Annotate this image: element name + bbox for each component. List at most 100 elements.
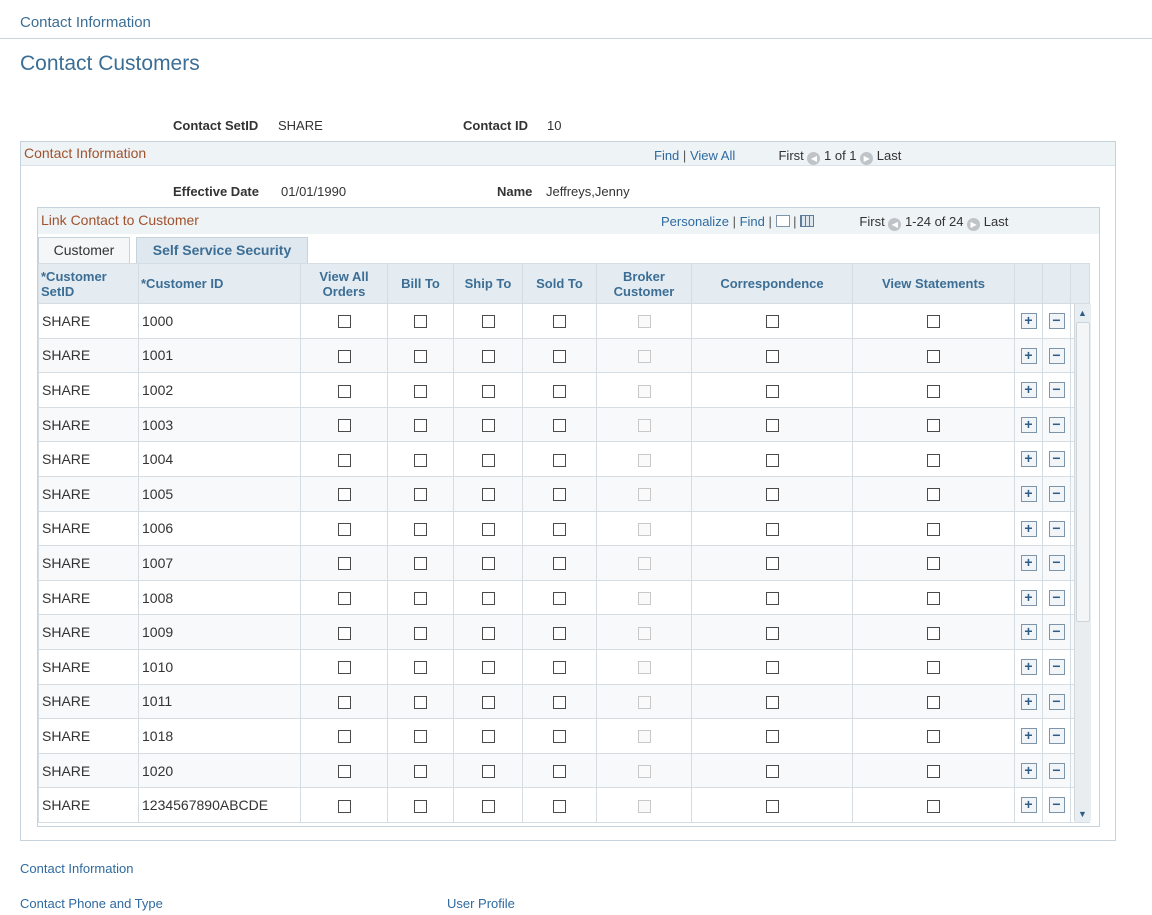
checkbox-ship-to[interactable] [481,488,495,502]
find-link[interactable]: Find [654,148,679,163]
checkbox-view-all-orders[interactable] [337,349,351,363]
checkbox-correspondence[interactable] [765,765,779,779]
checkbox-correspondence[interactable] [765,349,779,363]
delete-row-button[interactable]: − [1048,693,1065,710]
checkbox-view-statements[interactable] [927,384,940,398]
view-all-link[interactable]: View All [690,148,735,163]
add-row-button[interactable]: + [1020,382,1037,399]
scroll-down-icon[interactable]: ▼ [1075,806,1090,822]
checkbox-bill-to[interactable] [414,626,427,640]
checkbox-sold-to[interactable] [553,626,566,640]
zoom-icon[interactable] [775,215,790,227]
checkbox-view-statements[interactable] [927,661,940,675]
checkbox-sold-to[interactable] [553,419,566,433]
checkbox-ship-to[interactable] [481,799,495,813]
checkbox-ship-to[interactable] [481,349,495,363]
checkbox-view-statements[interactable] [927,730,940,744]
next-arrow-icon[interactable]: ▶ [860,152,874,165]
footer-link-contact-information[interactable]: Contact Information [20,861,133,876]
checkbox-correspondence[interactable] [765,419,779,433]
checkbox-view-statements[interactable] [927,315,940,329]
checkbox-correspondence[interactable] [765,522,779,536]
add-row-button[interactable]: + [1020,451,1037,468]
checkbox-ship-to[interactable] [481,315,495,329]
add-row-button[interactable]: + [1020,313,1037,330]
delete-row-button[interactable]: − [1048,728,1065,745]
checkbox-bill-to[interactable] [414,384,427,398]
delete-row-button[interactable]: − [1048,659,1065,676]
add-row-button[interactable]: + [1020,624,1037,641]
checkbox-view-statements[interactable] [927,557,940,571]
checkbox-correspondence[interactable] [765,661,779,675]
checkbox-view-statements[interactable] [927,522,940,536]
add-row-button[interactable]: + [1020,555,1037,572]
checkbox-ship-to[interactable] [481,419,495,433]
checkbox-ship-to[interactable] [481,384,495,398]
delete-row-button[interactable]: − [1048,382,1065,399]
delete-row-button[interactable]: − [1048,451,1065,468]
checkbox-sold-to[interactable] [553,384,566,398]
tab-self-service-security[interactable]: Self Service Security [136,237,308,264]
delete-row-button[interactable]: − [1048,520,1065,537]
checkbox-sold-to[interactable] [553,522,566,536]
checkbox-view-all-orders[interactable] [337,315,351,329]
checkbox-view-all-orders[interactable] [337,384,351,398]
checkbox-view-statements[interactable] [927,695,940,709]
checkbox-correspondence[interactable] [765,453,779,467]
footer-link-contact-phone[interactable]: Contact Phone and Type [20,896,163,911]
checkbox-correspondence[interactable] [765,384,779,398]
checkbox-view-statements[interactable] [927,765,940,779]
checkbox-ship-to[interactable] [481,661,495,675]
footer-link-user-profile[interactable]: User Profile [447,896,515,911]
checkbox-view-all-orders[interactable] [337,661,351,675]
prev-arrow-icon[interactable]: ◀ [807,152,821,165]
checkbox-ship-to[interactable] [481,522,495,536]
checkbox-bill-to[interactable] [414,349,427,363]
add-row-button[interactable]: + [1020,416,1037,433]
add-row-button[interactable]: + [1020,659,1037,676]
delete-row-button[interactable]: − [1048,589,1065,606]
scrollbar-thumb[interactable] [1076,322,1090,622]
checkbox-ship-to[interactable] [481,765,495,779]
checkbox-sold-to[interactable] [553,453,566,467]
checkbox-view-statements[interactable] [927,592,940,606]
checkbox-bill-to[interactable] [414,730,427,744]
checkbox-bill-to[interactable] [414,799,427,813]
checkbox-sold-to[interactable] [553,592,566,606]
add-row-button[interactable]: + [1020,347,1037,364]
add-row-button[interactable]: + [1020,693,1037,710]
checkbox-ship-to[interactable] [481,557,495,571]
checkbox-correspondence[interactable] [765,626,779,640]
add-row-button[interactable]: + [1020,762,1037,779]
checkbox-bill-to[interactable] [414,488,427,502]
checkbox-sold-to[interactable] [553,349,566,363]
delete-row-button[interactable]: − [1048,313,1065,330]
checkbox-sold-to[interactable] [553,661,566,675]
checkbox-ship-to[interactable] [481,592,495,606]
checkbox-correspondence[interactable] [765,488,779,502]
checkbox-sold-to[interactable] [553,765,566,779]
checkbox-view-statements[interactable] [927,349,940,363]
checkbox-bill-to[interactable] [414,419,427,433]
checkbox-view-all-orders[interactable] [337,522,351,536]
checkbox-view-statements[interactable] [927,488,940,502]
checkbox-view-all-orders[interactable] [337,799,351,813]
scroll-up-icon[interactable]: ▲ [1075,305,1090,321]
add-row-button[interactable]: + [1020,520,1037,537]
checkbox-view-all-orders[interactable] [337,592,351,606]
checkbox-correspondence[interactable] [765,730,779,744]
checkbox-bill-to[interactable] [414,592,427,606]
checkbox-view-statements[interactable] [927,453,940,467]
checkbox-view-statements[interactable] [927,626,940,640]
checkbox-sold-to[interactable] [553,488,566,502]
checkbox-bill-to[interactable] [414,661,427,675]
checkbox-sold-to[interactable] [553,695,566,709]
checkbox-correspondence[interactable] [765,592,779,606]
checkbox-correspondence[interactable] [765,315,779,329]
checkbox-correspondence[interactable] [765,695,779,709]
add-row-button[interactable]: + [1020,728,1037,745]
checkbox-view-all-orders[interactable] [337,453,351,467]
checkbox-sold-to[interactable] [553,557,566,571]
checkbox-bill-to[interactable] [414,315,427,329]
delete-row-button[interactable]: − [1048,486,1065,503]
